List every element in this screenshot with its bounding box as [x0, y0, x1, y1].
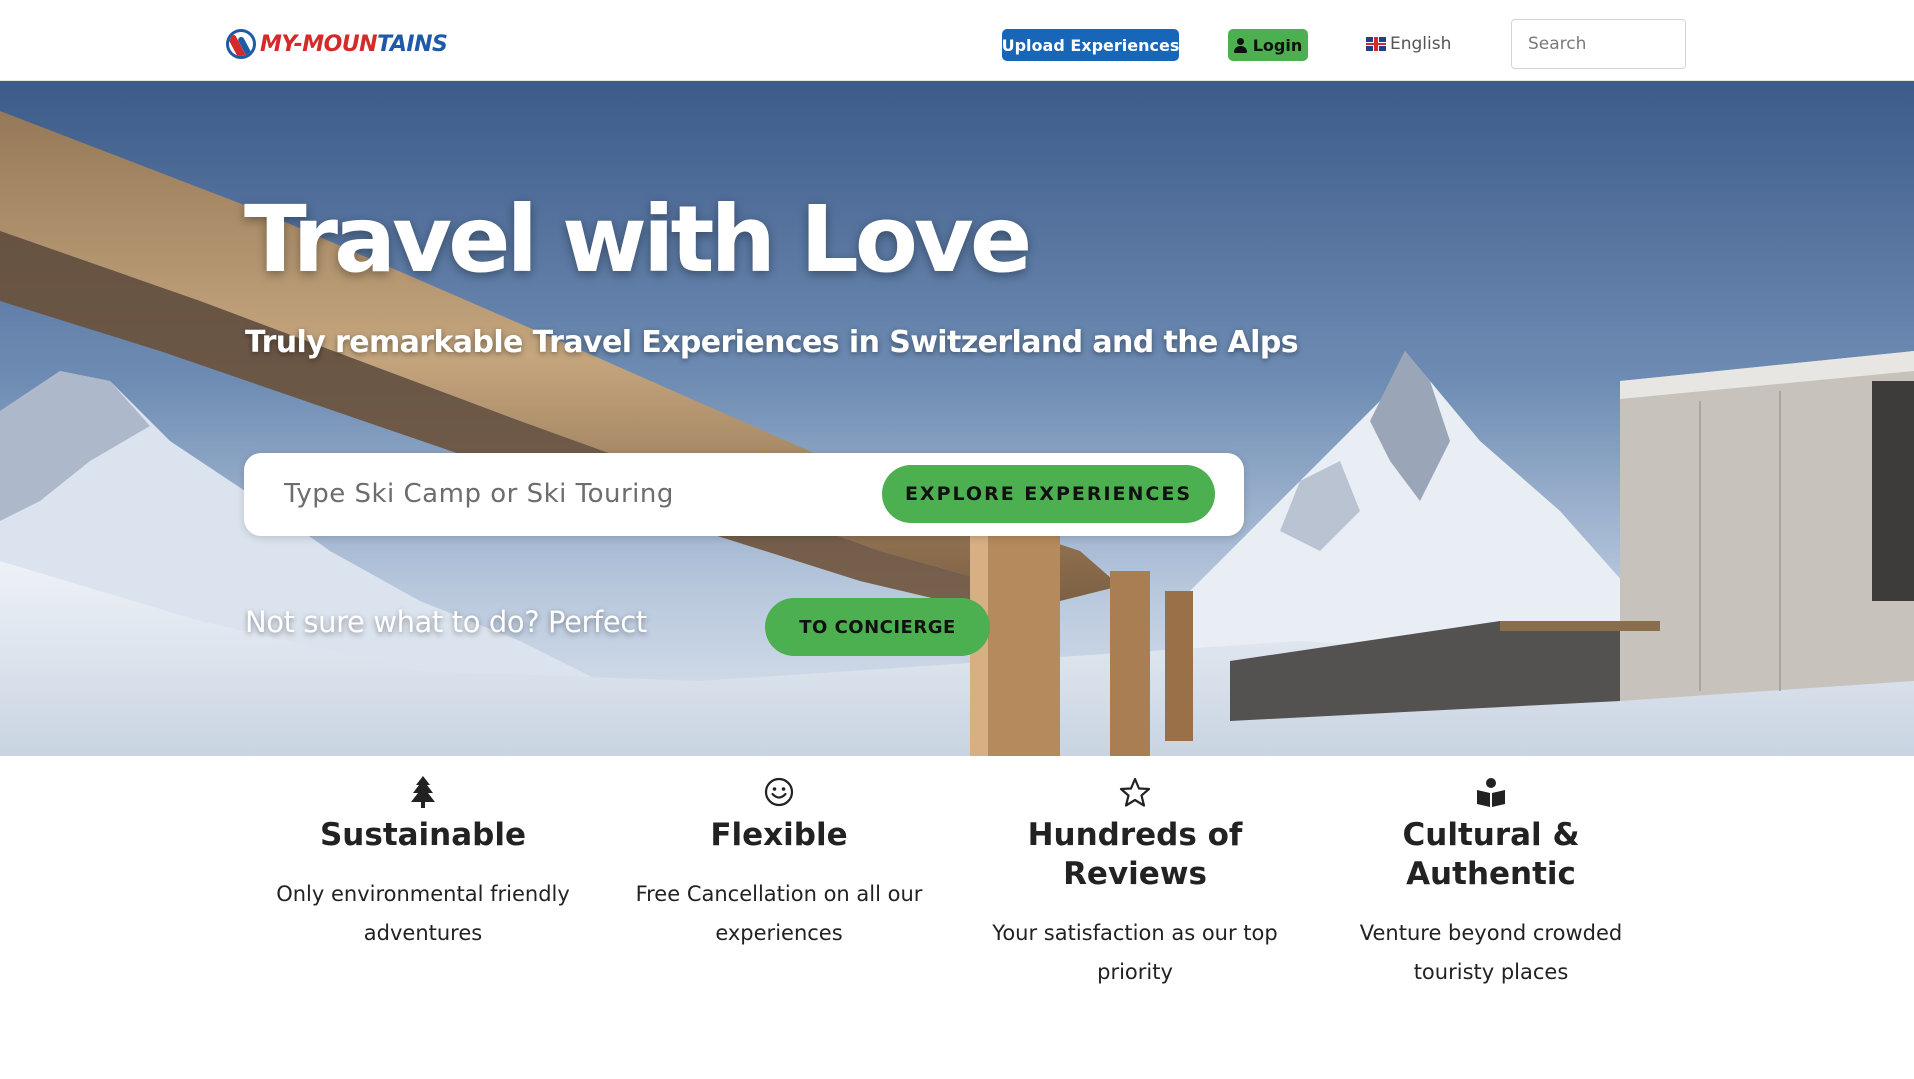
- login-button[interactable]: Login: [1228, 29, 1308, 61]
- login-label: Login: [1252, 35, 1303, 55]
- user-icon: [1233, 37, 1247, 53]
- hero-banner: Travel with Love Truly remarkable Travel…: [0, 81, 1914, 756]
- upload-experiences-button[interactable]: Upload Experiences: [1002, 29, 1179, 61]
- search-input[interactable]: [1511, 19, 1686, 69]
- feature-description: Free Cancellation on all our experiences: [635, 882, 923, 945]
- logo-text: MY-MOUNTAINS: [260, 31, 448, 57]
- feature-title: Sustainable: [319, 817, 527, 853]
- feature-description: Only environmental friendly adventures: [276, 882, 570, 945]
- tree-icon: [263, 772, 583, 812]
- feature-sustainable: Sustainable Only environmental friendly …: [263, 772, 583, 953]
- concierge-label: TO CONCIERGE: [799, 616, 956, 638]
- star-icon: [975, 772, 1295, 812]
- uk-flag-icon: [1366, 37, 1386, 51]
- feature-description: Your satisfaction as our top priority: [992, 921, 1278, 984]
- feature-title: Hundreds of Reviews: [1027, 817, 1243, 892]
- feature-description: Venture beyond crowded touristy places: [1359, 921, 1623, 984]
- book-reader-icon: [1331, 772, 1651, 812]
- top-navbar: MY-MOUNTAINS Upload Experiences Login En…: [0, 0, 1914, 81]
- hero-subtitle: Truly remarkable Travel Experiences in S…: [245, 325, 1299, 360]
- concierge-button[interactable]: TO CONCIERGE: [765, 598, 990, 656]
- explore-experiences-button[interactable]: EXPLORE EXPERIENCES: [882, 465, 1215, 523]
- feature-flexible: Flexible Free Cancellation on all our ex…: [619, 772, 939, 953]
- feature-title: Cultural & Authentic: [1402, 817, 1580, 892]
- features-section: Sustainable Only environmental friendly …: [0, 756, 1914, 1079]
- hero-title: Travel with Love: [244, 186, 1032, 293]
- explore-experiences-label: EXPLORE EXPERIENCES: [904, 483, 1193, 505]
- language-selector[interactable]: English: [1366, 32, 1451, 56]
- experience-search-input[interactable]: [284, 467, 884, 521]
- smiley-icon: [619, 772, 939, 812]
- upload-experiences-label: Upload Experiences: [1001, 35, 1180, 55]
- brand-logo[interactable]: MY-MOUNTAINS: [226, 27, 448, 61]
- feature-cultural: Cultural & Authentic Venture beyond crow…: [1331, 772, 1651, 992]
- explore-search-bar: EXPLORE EXPERIENCES: [244, 453, 1244, 536]
- language-label: English: [1390, 34, 1452, 54]
- feature-reviews: Hundreds of Reviews Your satisfaction as…: [975, 772, 1295, 992]
- concierge-prompt: Not sure what to do? Perfect: [245, 605, 647, 639]
- logo-mark-icon: [226, 29, 256, 59]
- feature-title: Flexible: [710, 817, 848, 853]
